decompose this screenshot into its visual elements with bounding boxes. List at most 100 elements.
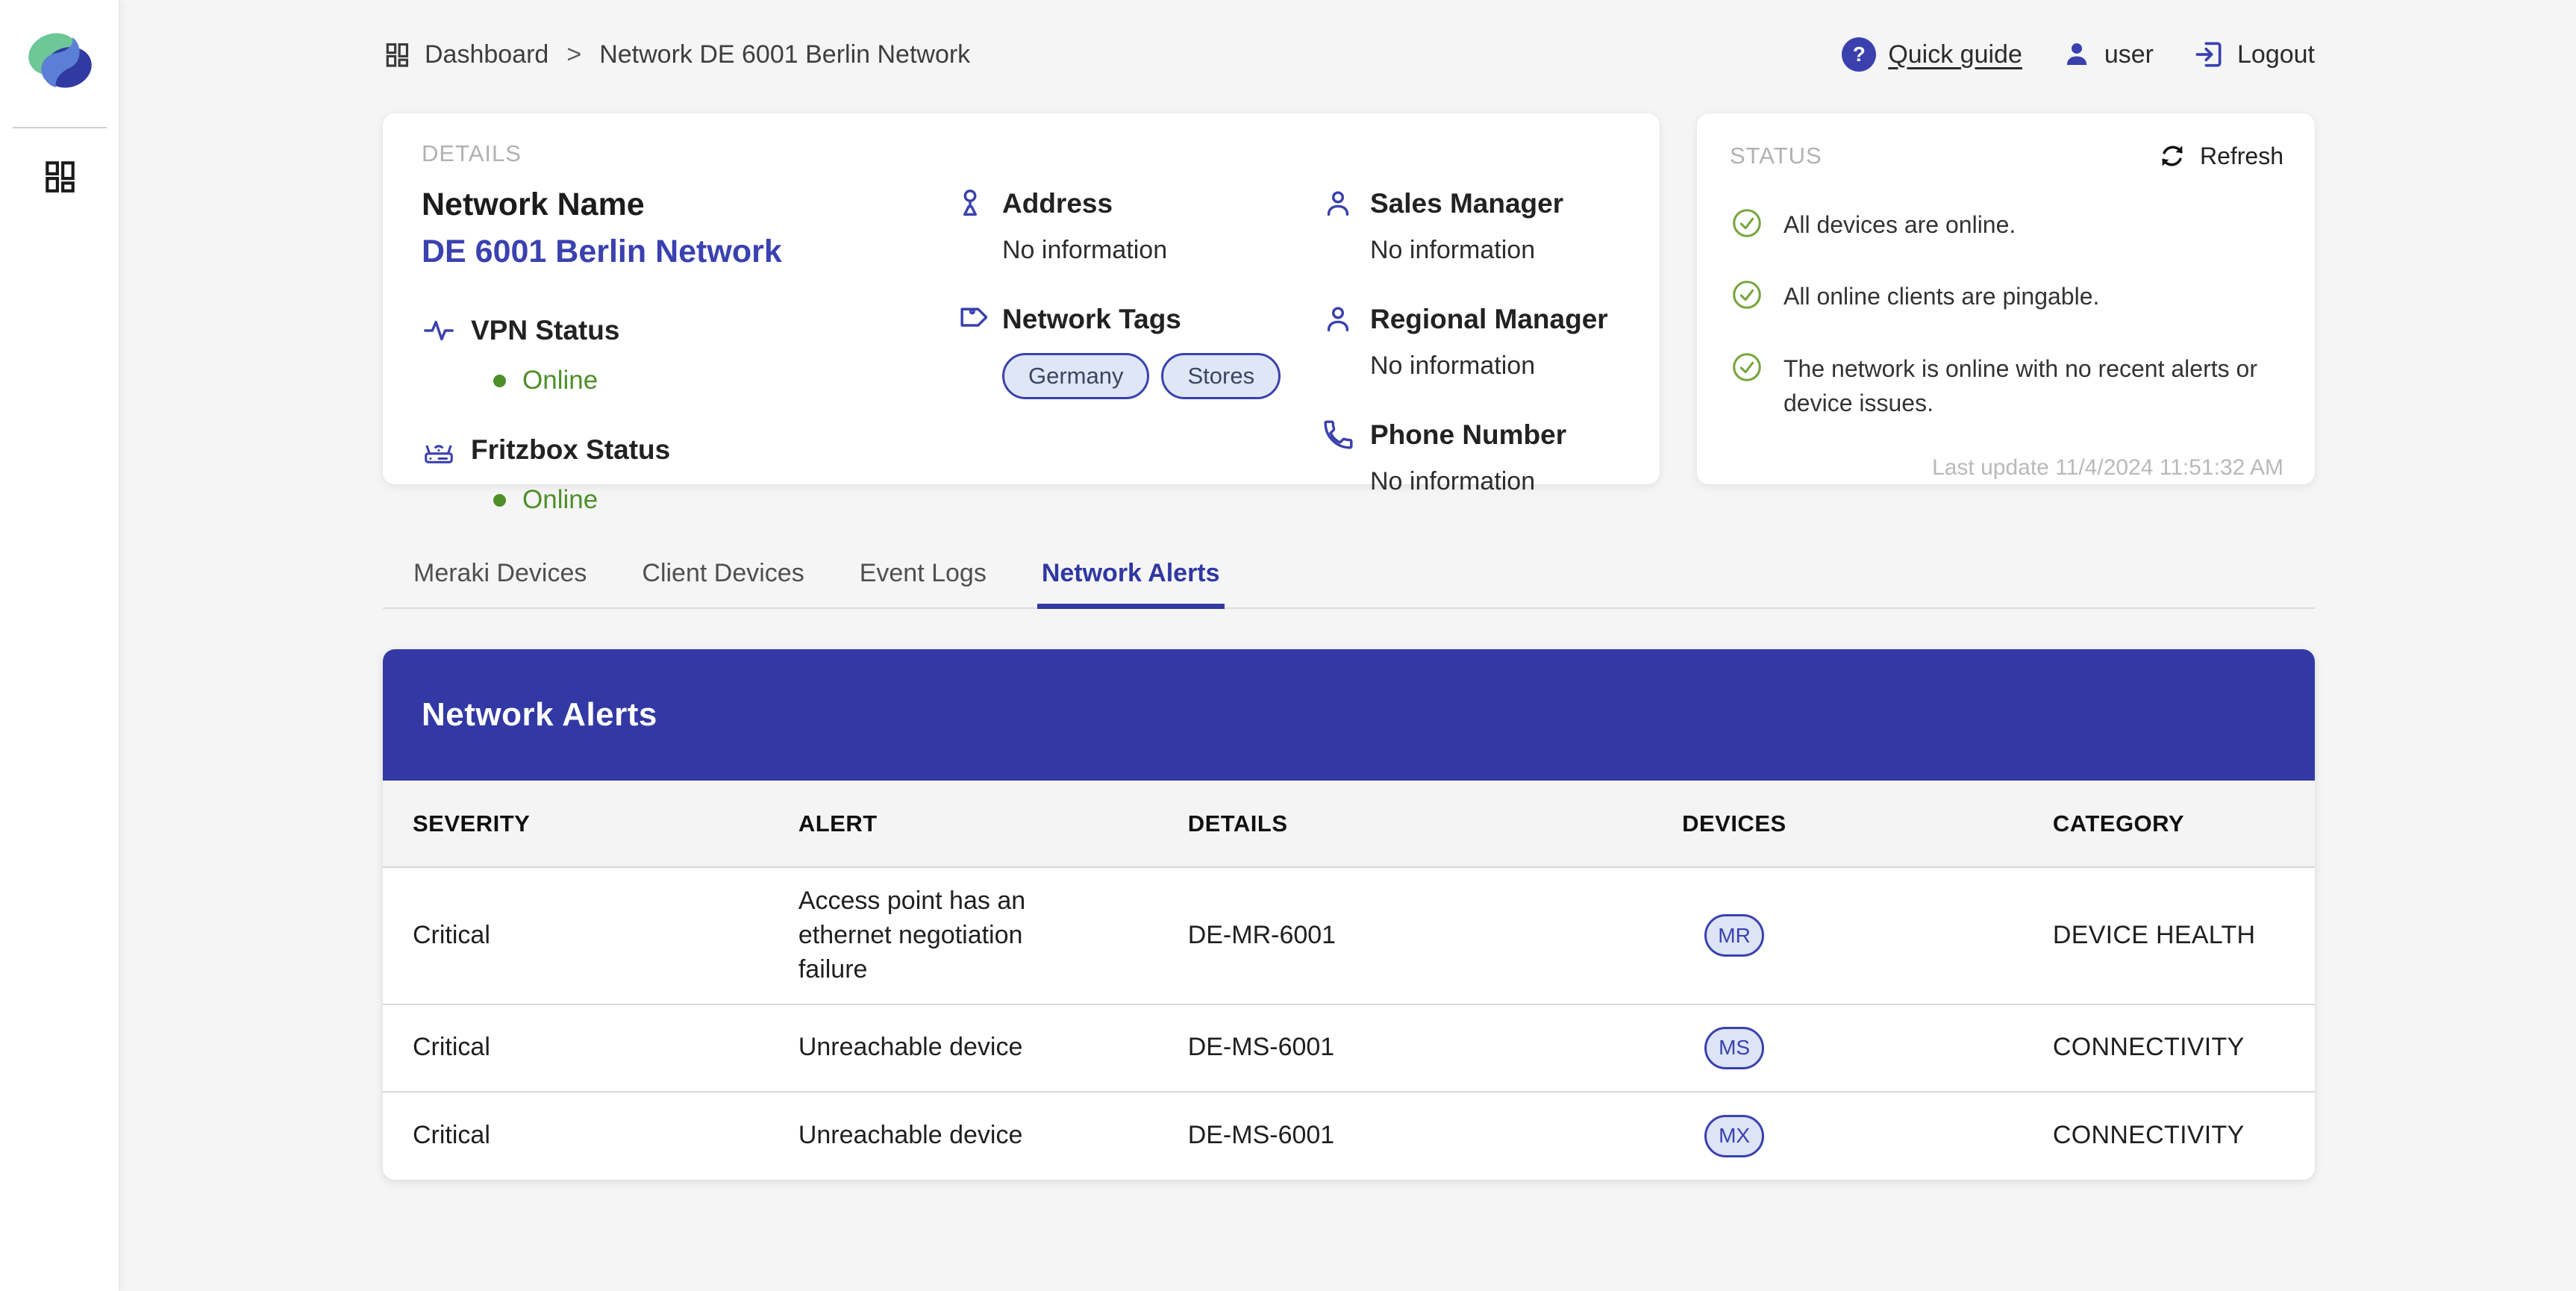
tab-network-alerts[interactable]: Network Alerts	[1037, 559, 1225, 607]
details-column-network: Network Name DE 6001 Berlin Network VPN …	[422, 187, 953, 552]
router-icon	[422, 433, 456, 467]
location-pin-icon	[953, 187, 987, 221]
check-circle-icon	[1730, 350, 1764, 384]
refresh-button[interactable]: Refresh	[2157, 140, 2283, 172]
breadcrumb-current-page: Network DE 6001 Berlin Network	[599, 40, 970, 69]
column-header-details: DETAILS	[1188, 810, 1682, 837]
topbar-actions: ? Quick guide user Logout	[1842, 37, 2315, 72]
app-logo[interactable]	[25, 27, 94, 96]
status-card: STATUS Refresh All devices ar	[1697, 113, 2315, 484]
refresh-label: Refresh	[2200, 143, 2283, 170]
category-cell: DEVICE HEALTH	[2053, 919, 2285, 953]
check-circle-icon	[1730, 278, 1764, 312]
logout-icon	[2192, 38, 2225, 71]
tab-meraki-devices[interactable]: Meraki Devices	[409, 559, 591, 607]
alert-cell: Access point has an ethernet negotiation…	[798, 884, 1097, 987]
details-cell: DE-MS-6001	[1188, 1119, 1682, 1153]
sidebar-item-dashboard[interactable]	[37, 154, 82, 199]
table-row: Critical Unreachable device DE-MS-6001 M…	[383, 1005, 2315, 1092]
column-header-devices: DEVICES	[1682, 810, 2053, 837]
pulse-icon	[422, 313, 456, 348]
network-name-label: Network Name	[422, 187, 953, 223]
table-row: Critical Unreachable device DE-MS-6001 M…	[383, 1092, 2315, 1180]
user-menu[interactable]: user	[2061, 39, 2154, 70]
details-cell: DE-MS-6001	[1188, 1031, 1682, 1065]
network-tags-item: Network Tags Germany Stores	[953, 302, 1321, 399]
status-item: The network is online with no recent ale…	[1730, 348, 2283, 421]
vpn-status-label: VPN Status	[471, 315, 619, 346]
breadcrumb: Dashboard > Network DE 6001 Berlin Netwo…	[383, 40, 970, 69]
panel-title: Network Alerts	[422, 696, 657, 734]
tag-icon	[953, 302, 987, 337]
network-tag: Stores	[1161, 353, 1281, 399]
fritzbox-status-label: Fritzbox Status	[471, 434, 670, 466]
fritzbox-status-value: Online	[522, 485, 598, 515]
column-header-category: CATEGORY	[2053, 810, 2285, 837]
tab-event-logs[interactable]: Event Logs	[855, 559, 991, 607]
network-tags-list: Germany Stores	[1002, 353, 1321, 399]
quick-guide-button[interactable]: ? Quick guide	[1842, 37, 2022, 72]
severity-cell: Critical	[413, 1031, 798, 1065]
regional-manager-item: Regional Manager No information	[1321, 302, 1621, 381]
breadcrumb-dashboard-link[interactable]: Dashboard	[425, 40, 548, 69]
network-alerts-panel-header: Network Alerts	[383, 649, 2315, 781]
sales-manager-item: Sales Manager No information	[1321, 187, 1621, 265]
sidebar	[0, 0, 119, 1291]
alert-cell: Unreachable device	[798, 1119, 1097, 1153]
address-item: Address No information	[953, 187, 1321, 265]
column-header-alert: ALERT	[798, 810, 1188, 837]
vpn-status-item: VPN Status Online	[422, 313, 953, 396]
alert-cell: Unreachable device	[798, 1031, 1097, 1065]
network-tag: Germany	[1002, 353, 1149, 399]
main-content: Dashboard > Network DE 6001 Berlin Netwo…	[119, 0, 2576, 1180]
check-circle-icon	[1730, 206, 1764, 240]
fritzbox-status-item: Fritzbox Status Online	[422, 433, 953, 515]
details-cell: DE-MR-6001	[1188, 919, 1682, 953]
network-alerts-panel: Network Alerts SEVERITY ALERT DETAILS DE…	[383, 649, 2315, 1180]
address-value: No information	[1002, 236, 1321, 265]
help-icon: ?	[1842, 37, 1876, 72]
device-badge: MS	[1704, 1027, 1764, 1069]
last-update-timestamp: Last update 11/4/2024 11:51:32 AM	[1730, 455, 2283, 481]
cards-row: DETAILS Network Name DE 6001 Berlin Netw…	[383, 113, 2315, 484]
table-row: Critical Access point has an ethernet ne…	[383, 868, 2315, 1005]
quick-guide-label: Quick guide	[1888, 40, 2022, 69]
details-grid: Network Name DE 6001 Berlin Network VPN …	[422, 187, 1621, 552]
device-badge: MR	[1704, 914, 1764, 957]
dashboard-grid-icon	[383, 40, 411, 69]
regional-manager-label: Regional Manager	[1370, 304, 1608, 335]
breadcrumb-separator: >	[566, 40, 581, 69]
details-card: DETAILS Network Name DE 6001 Berlin Netw…	[383, 113, 1660, 484]
column-header-severity: SEVERITY	[413, 810, 798, 837]
vpn-status-value: Online	[522, 366, 598, 396]
regional-manager-value: No information	[1370, 351, 1621, 381]
phone-number-label: Phone Number	[1370, 419, 1566, 451]
status-item: All online clients are pingable.	[1730, 276, 2283, 313]
user-icon	[2061, 39, 2092, 70]
tab-bar: Meraki Devices Client Devices Event Logs…	[383, 559, 2315, 609]
network-tags-label: Network Tags	[1002, 304, 1181, 335]
severity-cell: Critical	[413, 1119, 798, 1153]
sales-manager-label: Sales Manager	[1370, 188, 1563, 219]
tab-client-devices[interactable]: Client Devices	[637, 559, 808, 607]
alerts-table-header: SEVERITY ALERT DETAILS DEVICES CATEGORY	[383, 781, 2315, 868]
dashboard-grid-icon	[41, 157, 78, 195]
refresh-icon	[2157, 140, 2188, 172]
person-icon	[1321, 187, 1355, 221]
status-item-text: The network is online with no recent ale…	[1783, 348, 2283, 421]
online-dot	[493, 494, 506, 507]
logout-button[interactable]: Logout	[2192, 38, 2315, 71]
topbar: Dashboard > Network DE 6001 Berlin Netwo…	[383, 0, 2315, 72]
logout-label: Logout	[2237, 40, 2315, 69]
online-dot	[493, 375, 506, 387]
details-column-contacts: Sales Manager No information Regional Ma…	[1321, 187, 1621, 552]
person-icon	[1321, 302, 1355, 337]
status-item-text: All online clients are pingable.	[1783, 276, 2099, 313]
phone-number-item: Phone Number No information	[1321, 418, 1621, 496]
device-badge: MX	[1704, 1115, 1764, 1157]
user-label: user	[2104, 40, 2154, 69]
sidebar-divider	[13, 127, 107, 128]
details-column-address: Address No information Network Tags	[953, 187, 1321, 552]
details-section-label: DETAILS	[422, 140, 1621, 167]
status-list: All devices are online. All online clien…	[1730, 204, 2283, 455]
